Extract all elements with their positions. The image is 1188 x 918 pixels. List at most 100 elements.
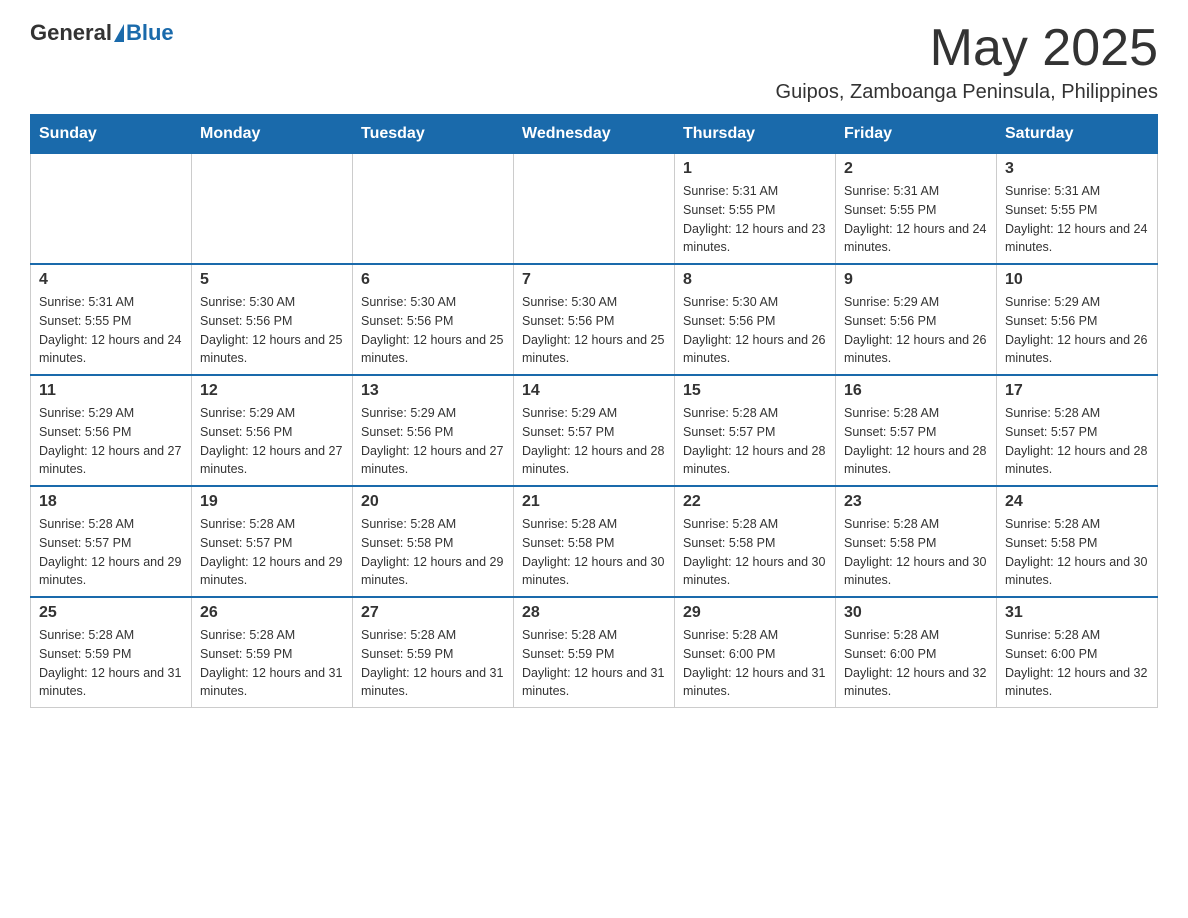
day-info: Sunrise: 5:29 AMSunset: 5:56 PMDaylight:… xyxy=(200,404,344,479)
table-row: 28 Sunrise: 5:28 AMSunset: 5:59 PMDayligh… xyxy=(514,597,675,708)
day-number: 15 xyxy=(683,382,827,400)
day-number: 11 xyxy=(39,382,183,400)
day-number: 25 xyxy=(39,604,183,622)
day-info: Sunrise: 5:30 AMSunset: 5:56 PMDaylight:… xyxy=(683,293,827,368)
day-number: 13 xyxy=(361,382,505,400)
day-number: 3 xyxy=(1005,160,1149,178)
table-row xyxy=(514,154,675,265)
day-number: 23 xyxy=(844,493,988,511)
table-row: 30 Sunrise: 5:28 AMSunset: 6:00 PMDayligh… xyxy=(836,597,997,708)
table-row: 19 Sunrise: 5:28 AMSunset: 5:57 PMDayligh… xyxy=(192,486,353,597)
day-info: Sunrise: 5:28 AMSunset: 5:59 PMDaylight:… xyxy=(361,626,505,701)
header-sunday: Sunday xyxy=(31,115,192,154)
day-info: Sunrise: 5:28 AMSunset: 5:59 PMDaylight:… xyxy=(39,626,183,701)
table-row: 31 Sunrise: 5:28 AMSunset: 6:00 PMDayligh… xyxy=(997,597,1158,708)
day-info: Sunrise: 5:28 AMSunset: 6:00 PMDaylight:… xyxy=(1005,626,1149,701)
header-thursday: Thursday xyxy=(675,115,836,154)
day-info: Sunrise: 5:31 AMSunset: 5:55 PMDaylight:… xyxy=(844,182,988,257)
day-number: 10 xyxy=(1005,271,1149,289)
day-info: Sunrise: 5:28 AMSunset: 5:58 PMDaylight:… xyxy=(683,515,827,590)
table-row: 5 Sunrise: 5:30 AMSunset: 5:56 PMDaylight… xyxy=(192,264,353,375)
day-number: 22 xyxy=(683,493,827,511)
day-info: Sunrise: 5:28 AMSunset: 5:58 PMDaylight:… xyxy=(522,515,666,590)
logo-triangle-icon xyxy=(114,24,124,42)
day-number: 28 xyxy=(522,604,666,622)
month-title: May 2025 xyxy=(776,20,1158,77)
day-number: 29 xyxy=(683,604,827,622)
table-row: 4 Sunrise: 5:31 AMSunset: 5:55 PMDaylight… xyxy=(31,264,192,375)
table-row: 3 Sunrise: 5:31 AMSunset: 5:55 PMDaylight… xyxy=(997,154,1158,265)
day-number: 8 xyxy=(683,271,827,289)
day-info: Sunrise: 5:28 AMSunset: 5:58 PMDaylight:… xyxy=(361,515,505,590)
calendar-week-row: 11 Sunrise: 5:29 AMSunset: 5:56 PMDayligh… xyxy=(31,375,1158,486)
day-info: Sunrise: 5:28 AMSunset: 6:00 PMDaylight:… xyxy=(844,626,988,701)
day-info: Sunrise: 5:28 AMSunset: 5:58 PMDaylight:… xyxy=(844,515,988,590)
table-row: 9Sunrise: 5:29 AMSunset: 5:56 PMDaylight… xyxy=(836,264,997,375)
page-header: General Blue May 2025 Guipos, Zamboanga … xyxy=(30,20,1158,104)
day-number: 21 xyxy=(522,493,666,511)
day-number: 1 xyxy=(683,160,827,178)
day-number: 6 xyxy=(361,271,505,289)
day-info: Sunrise: 5:30 AMSunset: 5:56 PMDaylight:… xyxy=(361,293,505,368)
table-row: 24 Sunrise: 5:28 AMSunset: 5:58 PMDayligh… xyxy=(997,486,1158,597)
table-row: 10 Sunrise: 5:29 AMSunset: 5:56 PMDayligh… xyxy=(997,264,1158,375)
day-info: Sunrise: 5:29 AMSunset: 5:57 PMDaylight:… xyxy=(522,404,666,479)
calendar-week-row: 18Sunrise: 5:28 AMSunset: 5:57 PMDayligh… xyxy=(31,486,1158,597)
table-row: 20 Sunrise: 5:28 AMSunset: 5:58 PMDayligh… xyxy=(353,486,514,597)
table-row xyxy=(31,154,192,265)
table-row: 27 Sunrise: 5:28 AMSunset: 5:59 PMDayligh… xyxy=(353,597,514,708)
day-info: Sunrise: 5:28 AMSunset: 5:57 PMDaylight:… xyxy=(683,404,827,479)
table-row: 8 Sunrise: 5:30 AMSunset: 5:56 PMDaylight… xyxy=(675,264,836,375)
day-number: 12 xyxy=(200,382,344,400)
calendar-table: Sunday Monday Tuesday Wednesday Thursday… xyxy=(30,114,1158,708)
day-number: 17 xyxy=(1005,382,1149,400)
day-info: Sunrise: 5:31 AMSunset: 5:55 PMDaylight:… xyxy=(683,182,827,257)
day-info: Sunrise: 5:29 AMSunset: 5:56 PMDaylight:… xyxy=(844,293,988,368)
day-info: Sunrise: 5:28 AMSunset: 5:59 PMDaylight:… xyxy=(522,626,666,701)
day-info: Sunrise: 5:30 AMSunset: 5:56 PMDaylight:… xyxy=(522,293,666,368)
day-number: 30 xyxy=(844,604,988,622)
table-row: 22 Sunrise: 5:28 AMSunset: 5:58 PMDayligh… xyxy=(675,486,836,597)
header-friday: Friday xyxy=(836,115,997,154)
calendar-week-row: 4 Sunrise: 5:31 AMSunset: 5:55 PMDaylight… xyxy=(31,264,1158,375)
day-number: 19 xyxy=(200,493,344,511)
day-number: 4 xyxy=(39,271,183,289)
day-info: Sunrise: 5:28 AMSunset: 5:58 PMDaylight:… xyxy=(1005,515,1149,590)
table-row: 21 Sunrise: 5:28 AMSunset: 5:58 PMDayligh… xyxy=(514,486,675,597)
header-wednesday: Wednesday xyxy=(514,115,675,154)
table-row: 14 Sunrise: 5:29 AMSunset: 5:57 PMDayligh… xyxy=(514,375,675,486)
table-row: 25 Sunrise: 5:28 AMSunset: 5:59 PMDayligh… xyxy=(31,597,192,708)
header-saturday: Saturday xyxy=(997,115,1158,154)
day-number: 26 xyxy=(200,604,344,622)
day-info: Sunrise: 5:31 AMSunset: 5:55 PMDaylight:… xyxy=(1005,182,1149,257)
day-info: Sunrise: 5:29 AMSunset: 5:56 PMDaylight:… xyxy=(39,404,183,479)
day-info: Sunrise: 5:28 AMSunset: 6:00 PMDaylight:… xyxy=(683,626,827,701)
day-info: Sunrise: 5:28 AMSunset: 5:57 PMDaylight:… xyxy=(39,515,183,590)
day-number: 24 xyxy=(1005,493,1149,511)
table-row: 6 Sunrise: 5:30 AMSunset: 5:56 PMDaylight… xyxy=(353,264,514,375)
day-info: Sunrise: 5:30 AMSunset: 5:56 PMDaylight:… xyxy=(200,293,344,368)
table-row: 17 Sunrise: 5:28 AMSunset: 5:57 PMDayligh… xyxy=(997,375,1158,486)
table-row: 16Sunrise: 5:28 AMSunset: 5:57 PMDayligh… xyxy=(836,375,997,486)
day-info: Sunrise: 5:28 AMSunset: 5:57 PMDaylight:… xyxy=(200,515,344,590)
day-number: 5 xyxy=(200,271,344,289)
logo-blue-text: Blue xyxy=(126,20,174,46)
day-number: 7 xyxy=(522,271,666,289)
table-row: 11 Sunrise: 5:29 AMSunset: 5:56 PMDayligh… xyxy=(31,375,192,486)
location-title: Guipos, Zamboanga Peninsula, Philippines xyxy=(776,81,1158,104)
day-info: Sunrise: 5:29 AMSunset: 5:56 PMDaylight:… xyxy=(1005,293,1149,368)
table-row: 15 Sunrise: 5:28 AMSunset: 5:57 PMDayligh… xyxy=(675,375,836,486)
day-info: Sunrise: 5:28 AMSunset: 5:59 PMDaylight:… xyxy=(200,626,344,701)
day-number: 14 xyxy=(522,382,666,400)
day-info: Sunrise: 5:28 AMSunset: 5:57 PMDaylight:… xyxy=(1005,404,1149,479)
title-section: May 2025 Guipos, Zamboanga Peninsula, Ph… xyxy=(776,20,1158,104)
header-monday: Monday xyxy=(192,115,353,154)
table-row: 18Sunrise: 5:28 AMSunset: 5:57 PMDayligh… xyxy=(31,486,192,597)
calendar-week-row: 1 Sunrise: 5:31 AMSunset: 5:55 PMDaylight… xyxy=(31,154,1158,265)
day-number: 31 xyxy=(1005,604,1149,622)
day-number: 27 xyxy=(361,604,505,622)
logo: General Blue xyxy=(30,20,174,46)
day-number: 20 xyxy=(361,493,505,511)
table-row: 29 Sunrise: 5:28 AMSunset: 6:00 PMDayligh… xyxy=(675,597,836,708)
day-info: Sunrise: 5:31 AMSunset: 5:55 PMDaylight:… xyxy=(39,293,183,368)
